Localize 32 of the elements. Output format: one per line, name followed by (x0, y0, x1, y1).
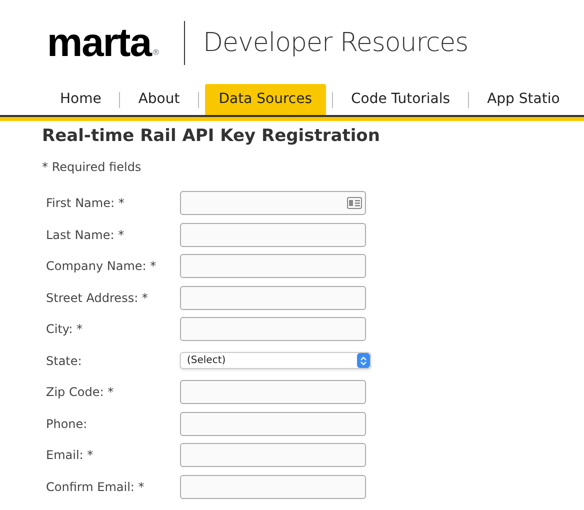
page-heading: Real-time Rail API Key Registration (42, 125, 381, 148)
input-field[interactable] (180, 474, 366, 499)
nav-tab[interactable]: Code Tutorials (333, 84, 468, 115)
required-note: * Required fields (42, 158, 142, 176)
field-label: City: * (46, 321, 84, 338)
input-field[interactable] (180, 254, 366, 278)
field-label: Email: * (46, 447, 94, 464)
field-label: State: (46, 352, 83, 370)
contact-card-icon[interactable] (347, 197, 362, 210)
nav-tab[interactable]: Data Sources (204, 84, 326, 115)
field-label: Street Address: * (46, 290, 149, 307)
nav-tab[interactable]: About (120, 84, 198, 115)
registered-mark: ® (152, 48, 160, 59)
nav-tab[interactable]: Home (42, 84, 120, 115)
input-field[interactable] (180, 317, 366, 342)
site-title: Developer Resources (202, 26, 468, 60)
field-label: Phone: (46, 416, 88, 433)
input-field[interactable] (180, 412, 366, 436)
field-label: Zip Code: * (46, 384, 115, 402)
nav-tab[interactable]: App Statio (469, 84, 578, 115)
input-field[interactable] (180, 222, 366, 247)
input-field[interactable] (180, 380, 366, 404)
field-label: Last Name: * (46, 226, 126, 244)
state-select[interactable]: (Select) (180, 352, 371, 370)
field-label: First Name: * (46, 195, 126, 212)
input-field[interactable] (180, 443, 366, 468)
field-label: Confirm Email: * (46, 478, 146, 496)
field-label: Company Name: * (46, 258, 158, 276)
input-field[interactable] (180, 286, 366, 310)
input-field[interactable] (180, 191, 366, 216)
logo: marta (47, 23, 151, 63)
stepper-icon (357, 353, 370, 368)
